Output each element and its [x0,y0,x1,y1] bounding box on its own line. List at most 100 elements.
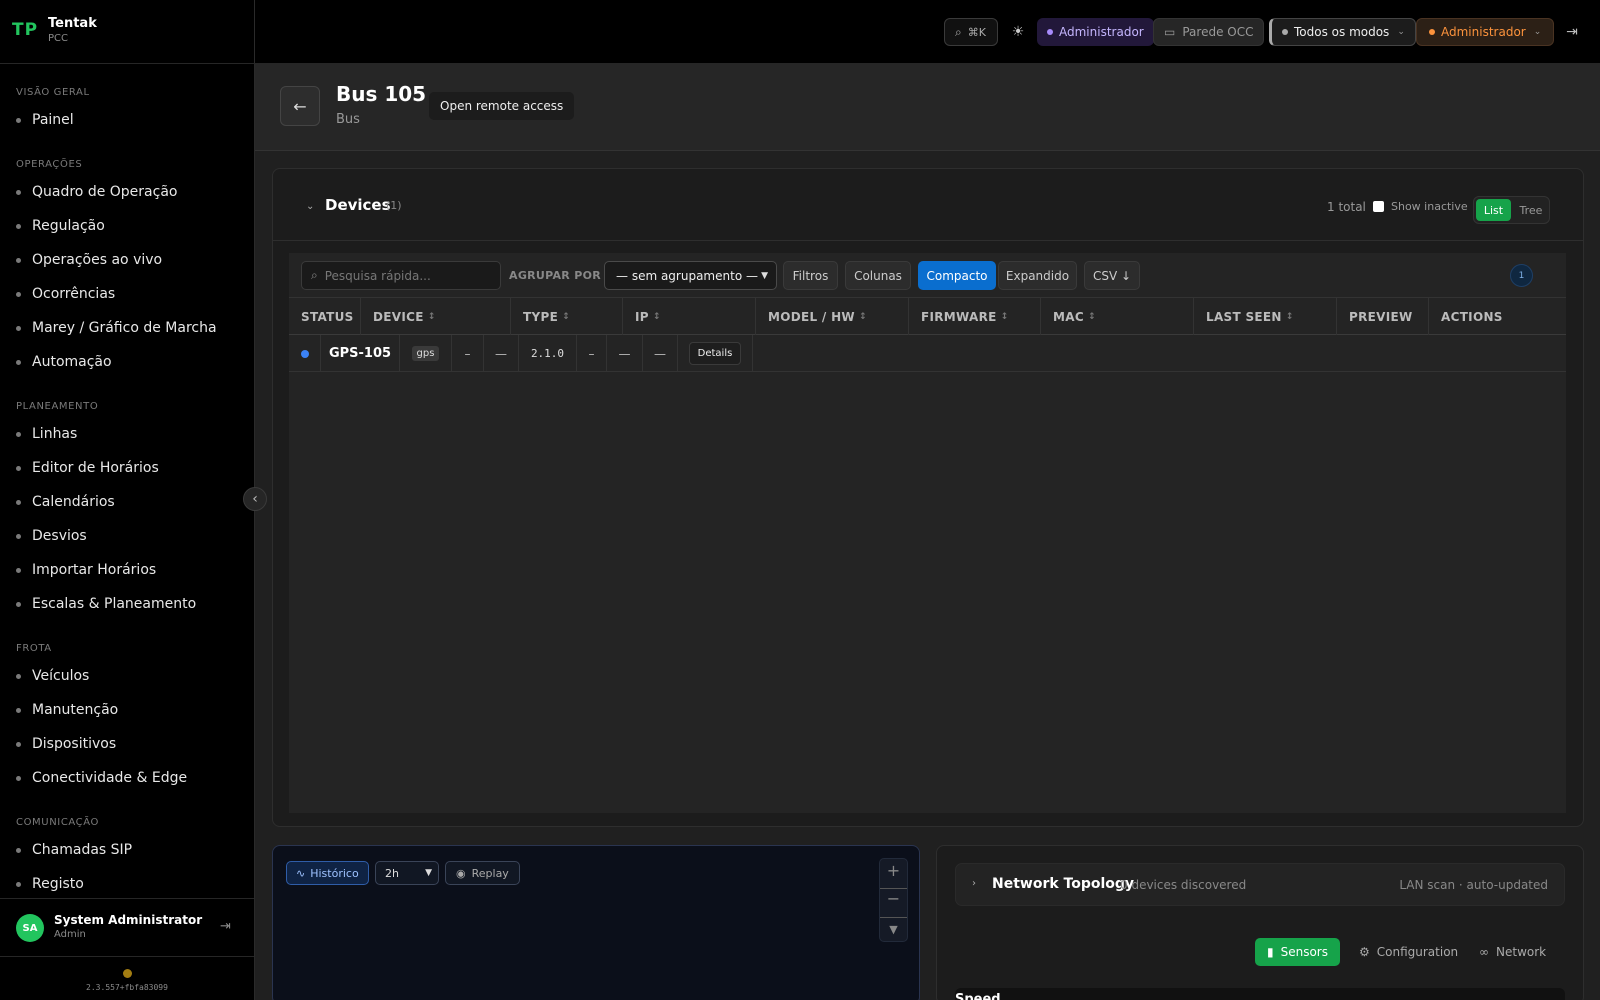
bullet-icon [16,189,21,195]
sidebar-item-dispositivos[interactable]: Dispositivos [16,731,116,757]
bullet-icon [16,567,21,573]
compact-view-button[interactable]: Compacto [918,261,996,290]
tab-sensors[interactable]: ▮ Sensors [1255,938,1340,966]
arrow-left-icon: ← [293,96,307,116]
firmware-cell: 2.1.0 [519,335,577,372]
sidebar-item-marey[interactable]: Marey / Gráfico de Marcha [16,315,217,341]
sidebar-item-editor-horarios[interactable]: Editor de Horários [16,455,159,481]
user-role: Admin [54,929,86,940]
column-header-mac[interactable]: MAC ↕ [1041,298,1194,335]
view-list-button[interactable]: List [1476,199,1511,221]
column-header-ip[interactable]: IP ↕ [623,298,756,335]
back-button[interactable]: ← [280,86,320,126]
sidebar-item-operacoes-ao-vivo[interactable]: Operações ao vivo [16,247,162,273]
admin-badge-label: Administrador [1059,25,1144,39]
sidebar-item-chamadas-sip[interactable]: Chamadas SIP [16,837,132,863]
sidebar-nav: VISÃO GERAL Painel OPERAÇÕES Quadro de O… [0,72,254,898]
gear-icon: ⚙ [1359,945,1370,959]
sidebar-item-importar-horarios[interactable]: Importar Horários [16,557,156,583]
brand-logo[interactable]: TP [12,20,38,40]
search-icon: ⌕ [311,268,318,282]
chevron-down-icon[interactable]: ⌄ [306,201,314,212]
data-cell: — [643,335,678,372]
column-header-status[interactable]: STATUS [289,298,361,335]
zoom-in-icon[interactable]: + [880,861,907,880]
sidebar-collapse-button[interactable]: ‹ [243,487,267,511]
column-header-model[interactable]: MODEL / HW ↕ [756,298,909,335]
history-button[interactable]: ∿ Histórico [286,861,369,885]
quick-search-input[interactable]: ⌕ Pesquisa rápida... [301,261,501,290]
modes-dropdown[interactable]: Todos os modos ⌄ [1269,18,1416,46]
sidebar-item-regulacao[interactable]: Regulação [16,213,105,239]
devices-panel: ⌄ Devices (1) 1 total Show inactive List… [272,168,1584,827]
sidebar-item-veiculos[interactable]: Veículos [16,663,89,689]
sidebar-item-label: Linhas [32,426,78,442]
occ-wall-button[interactable]: ▭ Parede OCC [1153,18,1265,46]
sidebar-item-conectividade[interactable]: Conectividade & Edge [16,765,187,791]
sidebar-item-registo[interactable]: Registo [16,871,84,897]
column-header-type[interactable]: TYPE ↕ [511,298,623,335]
sidebar-item-label: Automação [32,354,112,370]
tab-network[interactable]: ∞ Network [1475,938,1550,966]
column-header-actions[interactable]: ACTIONS [1429,298,1566,335]
network-topology-card[interactable]: › Network Topology 0 devices discovered … [955,863,1565,906]
filters-button[interactable]: Filtros [783,261,838,290]
sidebar-item-label: Painel [32,112,74,128]
view-tree-button[interactable]: Tree [1513,199,1549,221]
bullet-icon [16,291,21,297]
admin-badge[interactable]: Administrador [1037,18,1154,46]
actions-cell: Details [678,335,753,372]
page-title: Bus 105 [336,82,427,106]
table-row[interactable]: GPS-105 gps – — 2.1.0 – — — Details [289,335,1566,372]
theme-toggle-icon[interactable]: ☀ [1007,18,1029,46]
column-header-device[interactable]: DEVICE ↕ [361,298,511,335]
modes-label: Todos os modos [1294,25,1390,39]
devices-grid: ⌕ Pesquisa rápida... AGRUPAR POR — sem a… [289,253,1566,813]
view-toggle: List Tree [1473,196,1550,224]
zoom-out-icon[interactable]: − [880,888,907,908]
expanded-view-button[interactable]: Expandido [998,261,1077,290]
sidebar-item-desvios[interactable]: Desvios [16,523,87,549]
sidebar-item-calendarios[interactable]: Calendários [16,489,115,515]
compass-icon[interactable]: ▼ [880,917,907,936]
top-bar: ⌕ ⌘K ☀ Administrador ▭ Parede OCC Todos … [255,0,1600,64]
sidebar-item-ocorrencias[interactable]: Ocorrências [16,281,115,307]
column-label: IP [635,309,649,324]
role-dropdown[interactable]: Administrador ⌄ [1416,18,1555,46]
csv-export-button[interactable]: CSV ↓ [1084,261,1140,290]
sidebar-item-painel[interactable]: Painel [16,107,74,133]
open-remote-access-button[interactable]: Open remote access [429,92,575,120]
chevron-down-icon: ▼ [425,868,432,878]
sidebar-item-label: Marey / Gráfico de Marcha [32,320,217,336]
sidebar-item-automacao[interactable]: Automação [16,349,112,375]
devices-panel-header: ⌄ Devices (1) 1 total Show inactive List… [273,169,1583,241]
user-card[interactable]: SA System Administrator Admin ⇥ [0,898,254,956]
brand-name: Tentak [48,16,97,31]
sidebar-item-quadro[interactable]: Quadro de Operação [16,179,177,205]
details-button[interactable]: Details [688,342,742,365]
sidebar-item-label: Registo [32,876,84,892]
device-cell[interactable]: GPS-105 [321,335,400,372]
time-range-select[interactable]: 2h ▼ [375,861,439,885]
command-search-button[interactable]: ⌕ ⌘K [944,18,998,46]
columns-button[interactable]: Colunas [845,261,911,290]
column-header-preview[interactable]: PREVIEW [1337,298,1429,335]
replay-button[interactable]: ◉ Replay [445,861,520,885]
chevron-down-icon: ▼ [761,271,768,281]
sidebar-item-escalas[interactable]: Escalas & Planeamento [16,591,196,617]
show-inactive-checkbox[interactable]: Show inactive [1373,200,1468,213]
sort-icon: ↕ [652,311,661,322]
logout-icon[interactable]: ⇥ [220,919,231,934]
tab-configuration[interactable]: ⚙ Configuration [1355,938,1462,966]
sidebar-item-manutencao[interactable]: Manutenção [16,697,118,723]
logout-icon[interactable]: ⇥ [1561,18,1583,46]
column-header-firmware[interactable]: FIRMWARE ↕ [909,298,1041,335]
chevron-right-icon[interactable]: › [972,878,976,889]
sidebar-item-linhas[interactable]: Linhas [16,421,77,447]
bullet-icon [16,325,21,331]
sidebar-item-label: Escalas & Planeamento [32,596,197,612]
checkbox-icon[interactable] [1373,201,1384,212]
group-by-select[interactable]: — sem agrupamento — ▼ [604,261,777,290]
column-header-last-seen[interactable]: LAST SEEN ↕ [1194,298,1337,335]
column-label: MODEL / HW [768,309,855,324]
